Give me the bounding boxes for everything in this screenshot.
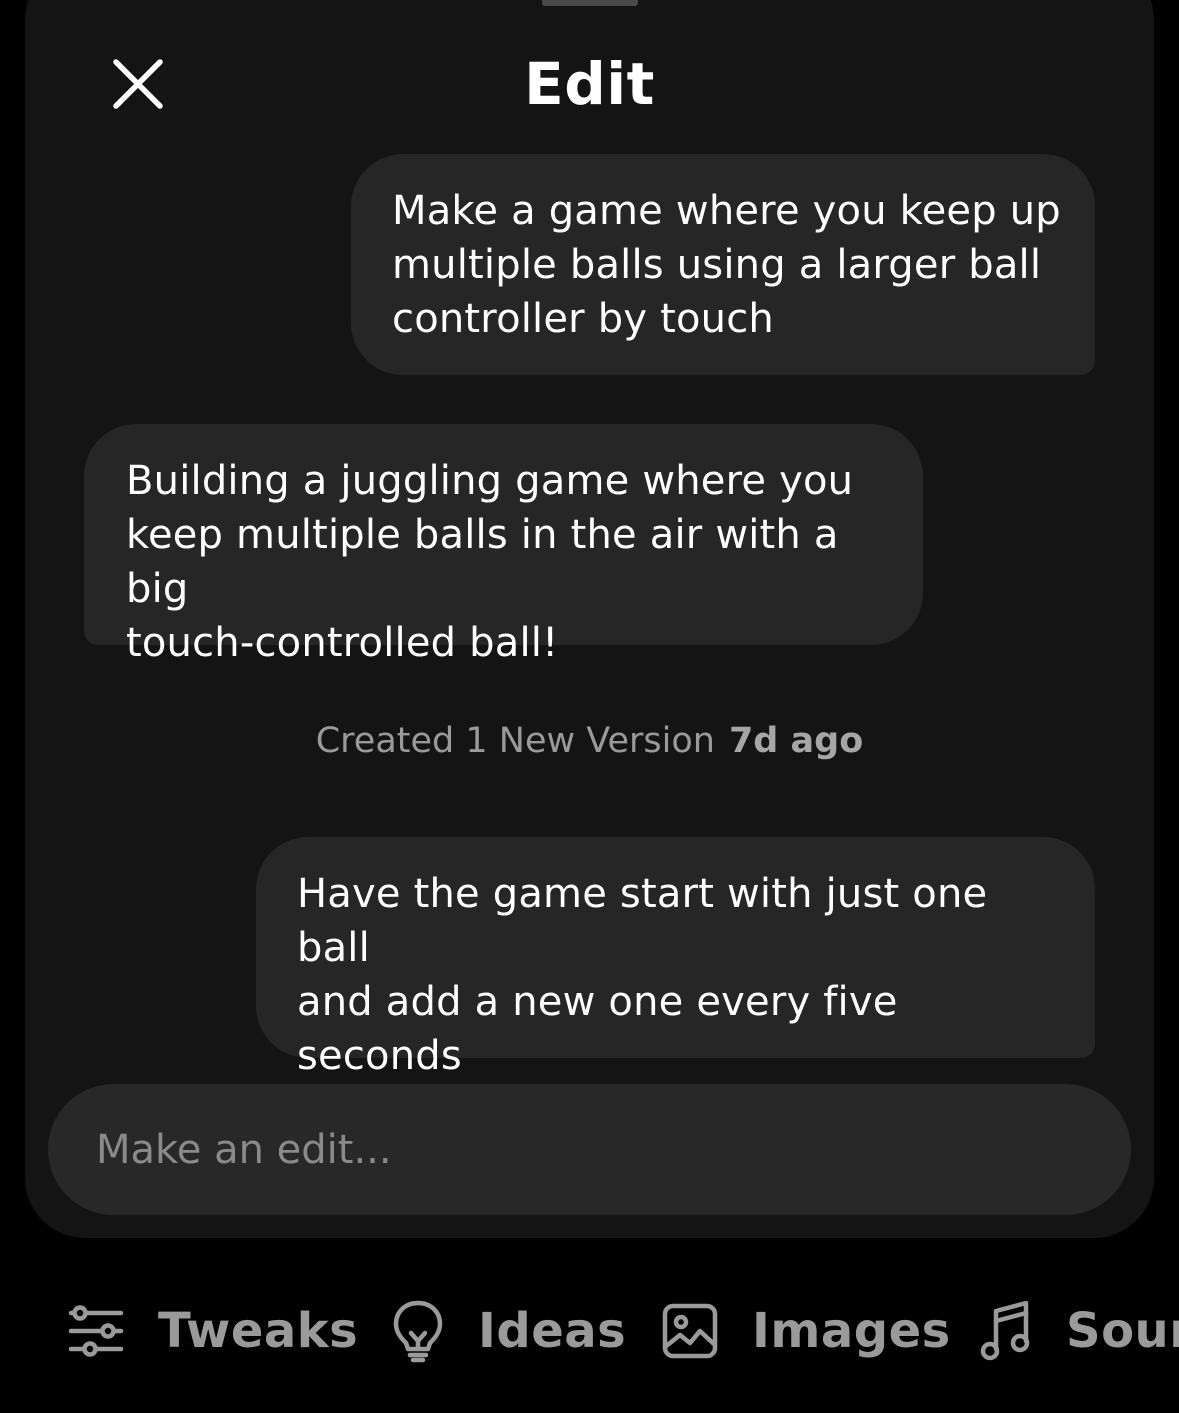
assistant-message: Building a juggling game where you keep … xyxy=(84,424,923,666)
version-note-text: Created 1 New Version xyxy=(315,721,715,761)
tweaks-label: Tweaks xyxy=(158,1303,359,1359)
images-label: Images xyxy=(752,1303,951,1359)
version-note[interactable]: Created 1 New Version 7d ago xyxy=(0,716,1179,766)
edit-input[interactable] xyxy=(48,1084,1131,1215)
version-note-time: 7d ago xyxy=(728,721,864,761)
bottom-toolbar: Tweaks Ideas Images Sou xyxy=(0,1290,1179,1372)
user-message: Make a game where you keep up multiple b… xyxy=(351,154,1095,375)
images-button[interactable]: Images xyxy=(662,1290,951,1372)
tweaks-button[interactable]: Tweaks xyxy=(68,1290,358,1372)
sounds-button[interactable]: Soun xyxy=(980,1290,1179,1372)
sliders-icon xyxy=(68,1305,124,1357)
edit-screen: Edit Make a game where you keep up multi… xyxy=(0,0,1179,1413)
lightbulb-icon xyxy=(393,1300,443,1363)
sheet-grabber[interactable] xyxy=(542,0,638,6)
sounds-label: Soun xyxy=(1066,1303,1179,1359)
ideas-label: Ideas xyxy=(478,1303,627,1359)
ideas-button[interactable]: Ideas xyxy=(392,1290,626,1372)
music-note-icon xyxy=(980,1300,1030,1361)
user-message: Have the game start with just one ball a… xyxy=(256,837,1095,1079)
image-icon xyxy=(662,1303,718,1359)
page-title: Edit xyxy=(524,50,655,118)
